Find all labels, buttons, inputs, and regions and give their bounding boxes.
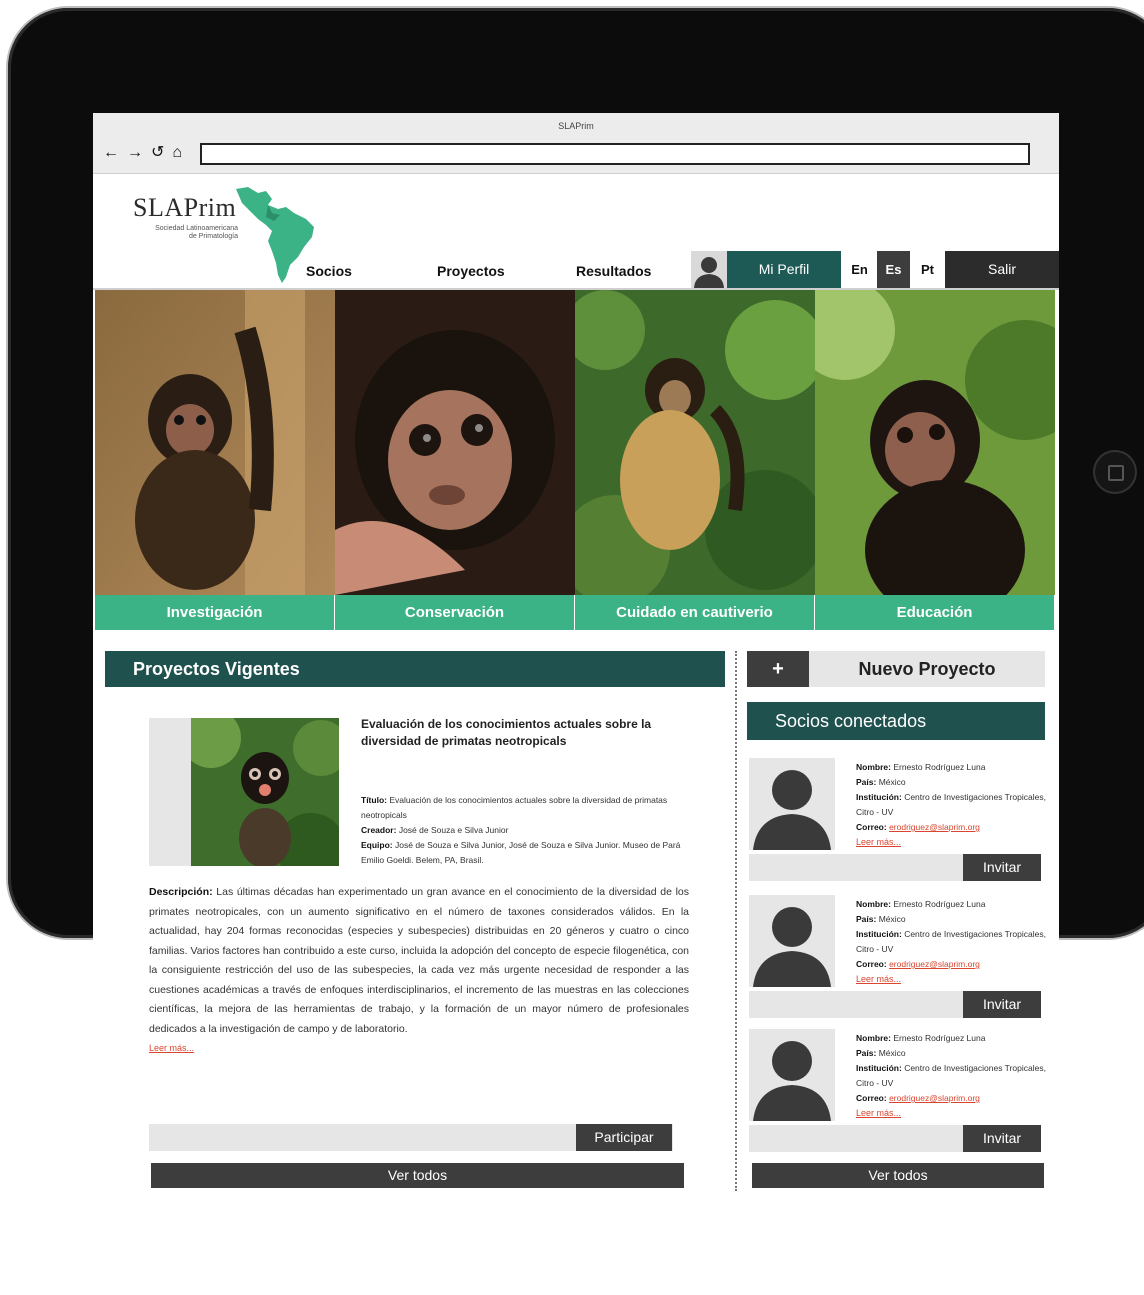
project-meta: Título: Evaluación de los conocimientos … [361, 793, 691, 868]
correo-label: Correo: [856, 959, 887, 969]
institucion-label: Institución: [856, 1063, 902, 1073]
logo-subtitle-line1: Sociedad Latinoamericana [155, 225, 238, 232]
ver-todos-proyectos-button[interactable]: Ver todos [151, 1163, 684, 1188]
member-info: Nombre: Ernesto Rodríguez Luna País: Méx… [856, 1031, 1046, 1121]
titulo-label: Título: [361, 795, 387, 805]
correo-label: Correo: [856, 822, 887, 832]
category-investigacion[interactable]: Investigación [95, 595, 335, 630]
category-cuidado-cautiverio[interactable]: Cuidado en cautiverio [575, 595, 815, 630]
back-arrow-icon[interactable]: ← [103, 145, 119, 161]
member-pais: México [878, 1048, 906, 1058]
member-card: Nombre: Ernesto Rodríguez Luna País: Méx… [749, 758, 1046, 888]
member-nombre: Ernesto Rodríguez Luna [893, 899, 986, 909]
lang-pt-button[interactable]: Pt [911, 251, 944, 288]
photo-cuidado-cautiverio[interactable] [575, 290, 815, 595]
member-correo-link[interactable]: erodriguez@slaprim.org [889, 822, 980, 832]
member-correo-link[interactable]: erodriguez@slaprim.org [889, 959, 980, 969]
project-title[interactable]: Evaluación de los conocimientos actuales… [361, 716, 681, 750]
project-titulo: Título: Evaluación de los conocimientos … [361, 793, 691, 823]
participar-button[interactable]: Participar [576, 1124, 672, 1151]
invitar-button[interactable]: Invitar [963, 991, 1041, 1018]
address-bar[interactable] [200, 143, 1030, 165]
nombre-label: Nombre: [856, 899, 891, 909]
member-pais: México [878, 914, 906, 924]
member-correo-link[interactable]: erodriguez@slaprim.org [889, 1093, 980, 1103]
logo-subtitle-line2: de Primatología [188, 233, 238, 240]
home-icon[interactable]: ⌂ [172, 145, 182, 161]
member-read-more-link[interactable]: Leer más... [856, 837, 901, 847]
logo-wordmark: SLAPrim [133, 193, 237, 222]
project-equipo: Equipo: José de Souza e Silva Junior, Jo… [361, 838, 691, 868]
equipo-value: José de Souza e Silva Junior, José de So… [361, 840, 681, 865]
member-pais: México [878, 777, 906, 787]
equipo-label: Equipo: [361, 840, 393, 850]
member-nombre: Ernesto Rodríguez Luna [893, 1033, 986, 1043]
member-card: Nombre: Ernesto Rodríguez Luna País: Méx… [749, 1029, 1046, 1159]
pais-label: País: [856, 914, 877, 924]
institucion-label: Institución: [856, 929, 902, 939]
browser-title: SLAPrim [558, 121, 594, 131]
project-read-more-link[interactable]: Leer más... [149, 1043, 194, 1053]
descripcion-label: Descripción: [149, 886, 213, 898]
add-project-button[interactable]: + [747, 651, 809, 687]
user-avatar[interactable] [691, 251, 727, 288]
browser-screen: SLAPrim ← → ↺ ⌂ SLAPrim Sociedad Latinoa… [93, 113, 1059, 1295]
correo-label: Correo: [856, 1093, 887, 1103]
user-silhouette-icon [694, 257, 724, 288]
creador-label: Creador: [361, 825, 397, 835]
nuevo-proyecto-button[interactable]: Nuevo Proyecto [809, 651, 1045, 687]
descripcion-value: Las últimas décadas han experimentado un… [149, 886, 689, 1035]
member-avatar[interactable] [749, 1029, 835, 1121]
pais-label: País: [856, 1048, 877, 1058]
forward-arrow-icon[interactable]: → [127, 145, 143, 161]
member-nombre: Ernesto Rodríguez Luna [893, 762, 986, 772]
salir-button[interactable]: Salir [945, 251, 1059, 288]
column-divider [735, 651, 737, 1191]
creador-value: José de Souza e Silva Junior [398, 825, 509, 835]
browser-toolbar: SLAPrim ← → ↺ ⌂ [93, 113, 1059, 174]
lang-en-button[interactable]: En [843, 251, 876, 288]
user-silhouette-icon [753, 1041, 831, 1121]
member-avatar[interactable] [749, 895, 835, 987]
pais-label: País: [856, 777, 877, 787]
member-info: Nombre: Ernesto Rodríguez Luna País: Méx… [856, 760, 1046, 850]
nav-proyectos[interactable]: Proyectos [437, 263, 505, 279]
project-thumbnail[interactable] [191, 718, 339, 866]
project-description: Descripción: Las últimas décadas han exp… [149, 883, 689, 1059]
site-logo[interactable]: SLAPrim Sociedad Latinoamericana de Prim… [133, 187, 314, 283]
home-button-icon [1093, 450, 1137, 494]
member-avatar[interactable] [749, 758, 835, 850]
member-info: Nombre: Ernesto Rodríguez Luna País: Méx… [856, 897, 1046, 987]
reload-icon[interactable]: ↺ [151, 145, 164, 161]
user-silhouette-icon [753, 907, 831, 987]
category-conservacion[interactable]: Conservación [335, 595, 575, 630]
socios-conectados-heading: Socios conectados [747, 702, 1045, 740]
photo-investigacion[interactable] [95, 290, 335, 595]
titulo-value: Evaluación de los conocimientos actuales… [361, 795, 668, 820]
proyectos-vigentes-heading: Proyectos Vigentes [105, 651, 725, 687]
member-read-more-link[interactable]: Leer más... [856, 1108, 901, 1118]
member-card: Nombre: Ernesto Rodríguez Luna País: Méx… [749, 895, 1046, 1025]
institucion-label: Institución: [856, 792, 902, 802]
photo-educacion[interactable] [815, 290, 1055, 595]
category-educacion[interactable]: Educación [815, 595, 1055, 630]
invitar-button[interactable]: Invitar [963, 1125, 1041, 1152]
nombre-label: Nombre: [856, 1033, 891, 1043]
lang-es-button[interactable]: Es [877, 251, 910, 288]
ver-todos-socios-button[interactable]: Ver todos [752, 1163, 1044, 1188]
nombre-label: Nombre: [856, 762, 891, 772]
project-creador: Creador: José de Souza e Silva Junior [361, 823, 691, 838]
member-read-more-link[interactable]: Leer más... [856, 974, 901, 984]
user-silhouette-icon [753, 770, 831, 850]
nav-resultados[interactable]: Resultados [576, 263, 651, 279]
photo-conservacion[interactable] [335, 290, 575, 595]
nav-socios[interactable]: Socios [306, 263, 352, 279]
logo-subtitle: Sociedad Latinoamericana de Primatología [133, 225, 238, 241]
mi-perfil-button[interactable]: Mi Perfil [727, 251, 841, 288]
invitar-button[interactable]: Invitar [963, 854, 1041, 881]
